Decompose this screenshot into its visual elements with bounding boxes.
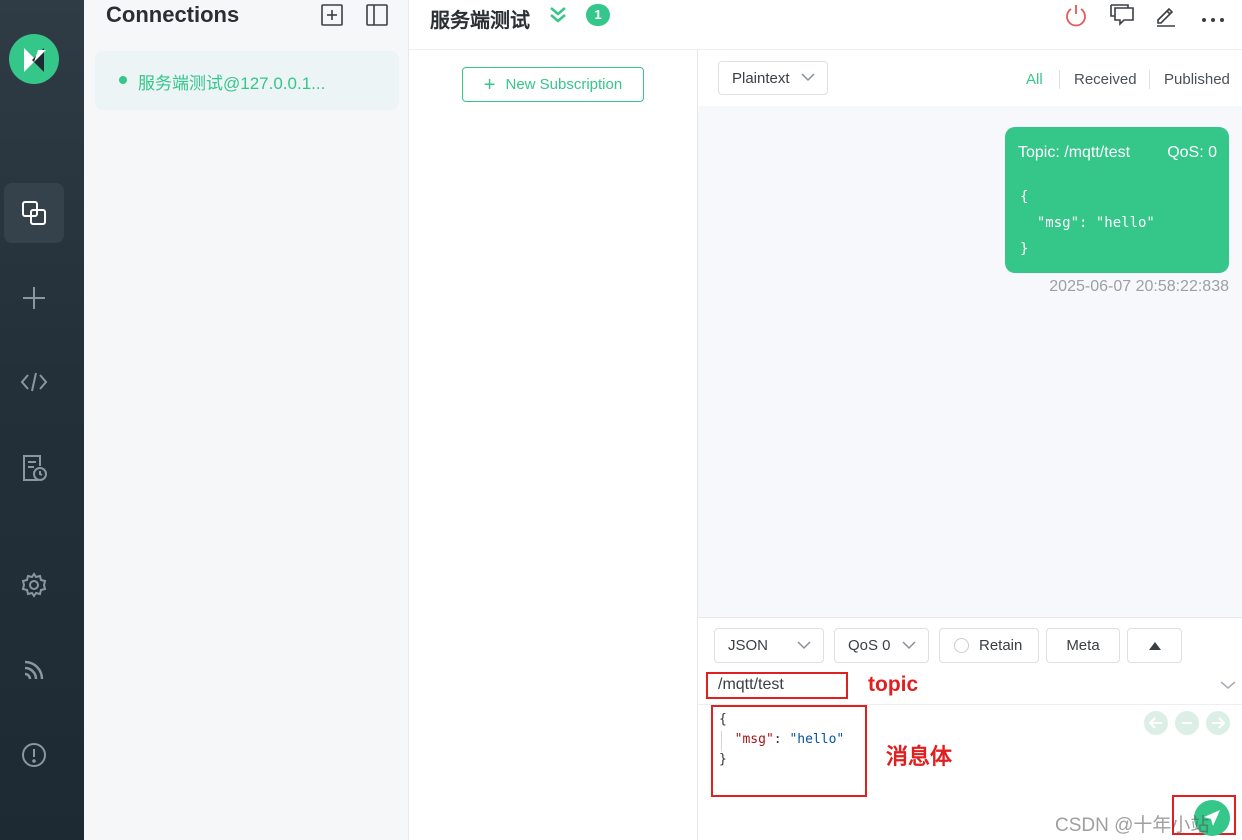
history-back-icon[interactable] xyxy=(1144,711,1168,735)
more-icon[interactable] xyxy=(1201,10,1225,28)
plus-icon[interactable] xyxy=(4,268,64,328)
meta-label: Meta xyxy=(1066,637,1100,654)
subscriptions-panel: + New Subscription xyxy=(409,50,698,840)
filter-received[interactable]: Received xyxy=(1074,71,1137,88)
message-topic: Topic: /mqtt/test xyxy=(1018,144,1131,161)
app-logo xyxy=(9,34,59,84)
chevron-down-icon xyxy=(797,641,811,650)
retain-checkbox[interactable]: Retain xyxy=(939,628,1039,663)
connection-name: 服务端测试@127.0.0.1... xyxy=(138,74,326,93)
subscription-count-badge: 1 xyxy=(586,4,610,26)
history-forward-icon[interactable] xyxy=(1206,711,1230,735)
feed-icon[interactable] xyxy=(4,640,64,700)
history-clear-icon[interactable] xyxy=(1175,711,1199,735)
topic-annotation: topic xyxy=(868,673,919,696)
connection-title: 服务端测试 xyxy=(430,10,530,32)
qos-select[interactable]: QoS 0 xyxy=(834,628,929,663)
log-icon[interactable] xyxy=(4,438,64,498)
message-timestamp: 2025-06-07 20:58:22:838 xyxy=(1049,278,1229,295)
watermark: CSDN @十年小站 xyxy=(1055,815,1210,836)
published-message-bubble: Topic: /mqtt/test QoS: 0 { "msg": "hello… xyxy=(1005,127,1229,273)
payload-key: "msg" xyxy=(734,732,774,747)
plus-icon: + xyxy=(483,73,496,96)
messages-panel: Plaintext All Received Published Topic: … xyxy=(698,50,1242,617)
publish-format-value: JSON xyxy=(728,637,769,654)
filter-divider xyxy=(1059,70,1060,89)
filter-all[interactable]: All xyxy=(1026,71,1043,88)
payload-editor[interactable]: { "msg": "hello" } xyxy=(711,705,867,797)
code-icon[interactable] xyxy=(4,352,64,412)
payload-colon: : xyxy=(773,732,790,747)
mqttx-window: Connections 服务端测试@127.0.0.1... 服务端测试 1 +… xyxy=(0,0,1242,840)
connection-header: 服务端测试 1 xyxy=(409,0,1242,50)
payload-value: "hello" xyxy=(789,732,845,747)
expand-button[interactable] xyxy=(1127,628,1182,663)
topic-input[interactable]: /mqtt/test xyxy=(706,672,848,699)
payload-close-brace: } xyxy=(719,752,727,767)
connection-status-dot xyxy=(119,76,127,84)
chat-icon[interactable] xyxy=(1109,3,1135,32)
message-qos: QoS: 0 xyxy=(1167,144,1217,161)
filter-published[interactable]: Published xyxy=(1164,71,1230,88)
double-chevron-down-icon[interactable] xyxy=(547,4,569,31)
icon-sidebar xyxy=(0,0,84,840)
new-subscription-label: New Subscription xyxy=(505,76,623,93)
qos-value: QoS 0 xyxy=(848,637,891,654)
publish-format-select[interactable]: JSON xyxy=(714,628,824,663)
payload-open-brace: { xyxy=(719,712,727,727)
toggle-sidebar-icon[interactable] xyxy=(365,3,389,27)
gear-icon[interactable] xyxy=(4,555,64,615)
connection-item[interactable]: 服务端测试@127.0.0.1... xyxy=(95,51,399,110)
payload-format-value: Plaintext xyxy=(732,69,790,87)
new-subscription-button[interactable]: + New Subscription xyxy=(462,67,644,102)
retain-label: Retain xyxy=(979,637,1023,654)
payload-format-select[interactable]: Plaintext xyxy=(718,61,828,95)
chevron-down-icon xyxy=(801,73,815,82)
topic-row: /mqtt/test topic xyxy=(698,670,1242,705)
chevron-down-icon[interactable] xyxy=(1220,680,1236,690)
meta-button[interactable]: Meta xyxy=(1046,628,1120,663)
disconnect-icon[interactable] xyxy=(1064,3,1088,32)
filter-divider xyxy=(1149,70,1150,89)
new-connection-icon[interactable] xyxy=(320,3,344,27)
edit-icon[interactable] xyxy=(1154,3,1178,32)
caret-up-icon xyxy=(1148,641,1161,650)
chevron-down-icon xyxy=(902,641,916,650)
publish-panel: JSON QoS 0 Retain Meta /mqtt/test topic … xyxy=(698,617,1242,840)
message-payload: { "msg": "hello" } xyxy=(1020,189,1155,257)
connections-title: Connections xyxy=(106,2,240,27)
info-icon[interactable] xyxy=(4,725,64,785)
messages-toolbar: Plaintext All Received Published xyxy=(698,50,1242,106)
connections-nav-icon[interactable] xyxy=(4,183,64,243)
payload-code: { "msg": "hello" } xyxy=(719,710,844,770)
connections-panel: Connections 服务端测试@127.0.0.1... xyxy=(84,0,409,840)
body-annotation: 消息体 xyxy=(886,744,953,769)
retain-radio-icon xyxy=(954,638,969,653)
